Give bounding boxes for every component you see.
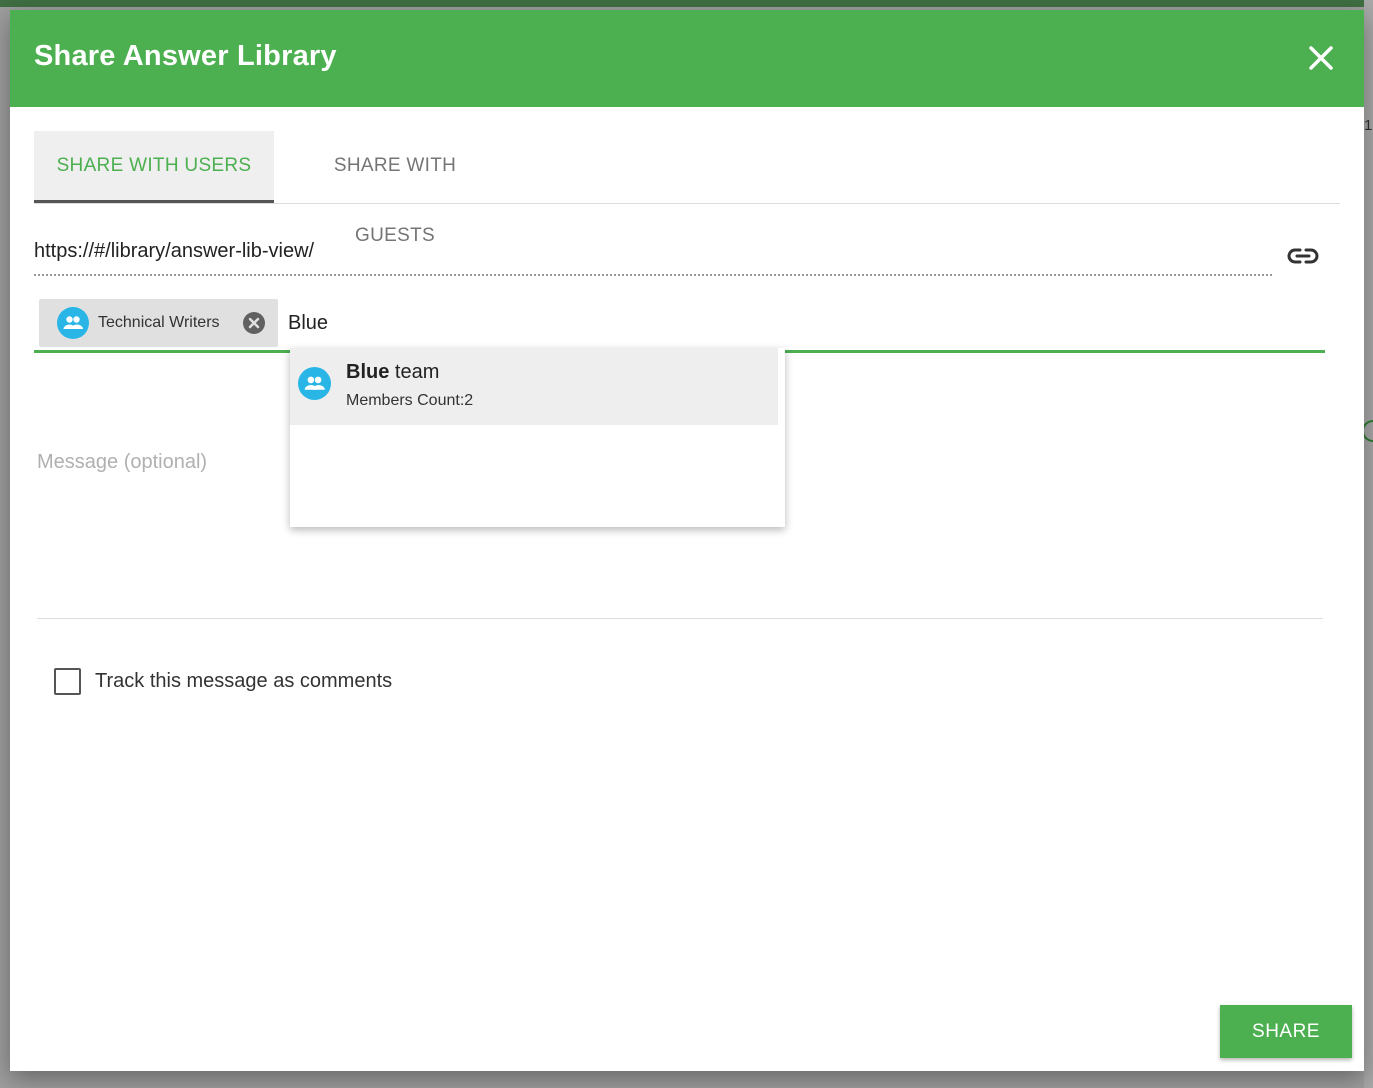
close-icon[interactable] [1306,43,1336,73]
suggestion-item[interactable]: Blue team Members Count:2 [290,348,778,425]
suggestion-name-rest: team [389,361,440,383]
message-underline [37,618,1323,619]
message-field[interactable]: Message (optional) [37,451,207,474]
recipient-search-input[interactable] [286,304,790,342]
link-icon[interactable] [1286,243,1320,269]
tab-share-with-guests[interactable]: SHARE WITH GUESTS [302,131,488,246]
suggestion-name-match: Blue [346,361,390,383]
tab-share-with-users[interactable]: SHARE WITH USERS [34,131,274,203]
suggestion-name: Blue team [346,361,439,384]
share-dialog: Share Answer Library SHARE WITH USERS SH… [10,10,1364,1071]
remove-chip-icon[interactable] [242,311,266,335]
dialog-title: Share Answer Library [34,40,337,72]
suggestion-members-count: Members Count:2 [346,392,474,409]
backdrop-top-bar [0,0,1373,7]
share-link-field[interactable]: https://#/library/answer-lib-view/ [34,238,1272,276]
track-comments-checkbox[interactable] [54,668,81,695]
track-comments-label: Track this message as comments [95,670,393,692]
recipient-field: Technical Writers [34,296,1325,353]
group-icon [57,307,89,339]
backdrop-fragment: 1 [1364,117,1373,134]
suggestion-dropdown: Blue team Members Count:2 [290,348,785,527]
share-button[interactable]: SHARE [1220,1005,1352,1058]
backdrop-right-edge [1364,0,1373,1088]
recipient-chip-label: Technical Writers [98,314,220,331]
share-link-url: https://#/library/answer-lib-view/ [34,240,315,262]
dialog-header: Share Answer Library [10,10,1364,107]
recipient-chip[interactable]: Technical Writers [39,299,278,347]
tab-bar: SHARE WITH USERS SHARE WITH GUESTS [34,131,1340,246]
group-icon [298,367,331,400]
